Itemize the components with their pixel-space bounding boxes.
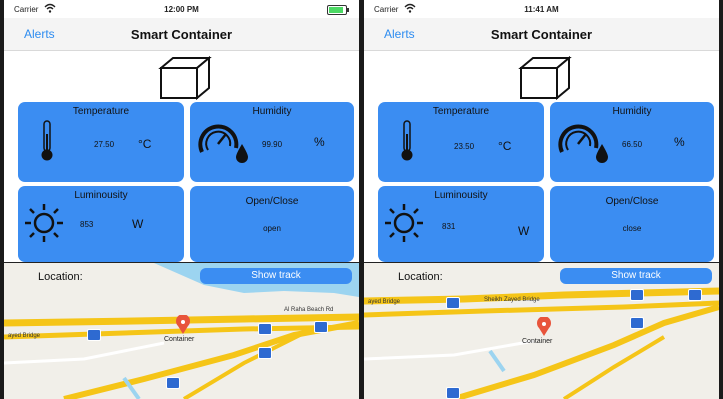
navigation-bar: Alerts Smart Container — [364, 18, 719, 51]
cargo-marker-icon[interactable] — [87, 329, 101, 341]
map-pin-icon[interactable] — [175, 315, 191, 335]
status-time: 12:00 PM — [164, 5, 199, 14]
page-title: Smart Container — [130, 27, 233, 42]
page-title: Smart Container — [490, 27, 593, 42]
luminosity-tile[interactable]: Luminousity 831 W — [378, 186, 544, 262]
location-label: Location: — [398, 271, 443, 283]
box-icon — [158, 56, 212, 100]
humidity-unit: % — [314, 135, 325, 149]
show-track-button[interactable]: Show track — [560, 268, 712, 284]
battery-level — [329, 7, 344, 13]
cargo-marker-icon[interactable] — [630, 289, 644, 301]
luminosity-unit: W — [132, 217, 144, 231]
cargo-marker-icon[interactable] — [446, 387, 460, 399]
luminosity-title: Luminousity — [434, 190, 488, 201]
sensor-grid: Temperature 23.50 °C Humidity 66.50 % Lu… — [378, 102, 714, 262]
status-bar: Carrier 11:41 AM — [364, 0, 719, 18]
temperature-unit: °C — [498, 139, 512, 153]
container-pin-label: Container — [522, 338, 553, 345]
humidity-title: Humidity — [252, 106, 292, 117]
humidity-value: 99.90 — [262, 140, 283, 149]
cargo-marker-icon[interactable] — [258, 323, 272, 335]
location-label: Location: — [38, 271, 83, 283]
cargo-marker-icon[interactable] — [446, 297, 460, 309]
map-pin-icon[interactable] — [536, 317, 552, 337]
sun-icon — [385, 204, 423, 242]
door-state-value: close — [622, 224, 642, 233]
door-state-title: Open/Close — [605, 196, 659, 207]
door-state-tile[interactable]: Open/Close close — [550, 186, 714, 262]
status-time: 11:41 AM — [524, 5, 559, 14]
map-view[interactable]: Location: Show track Sheikh Zayed Bridge… — [364, 263, 719, 399]
door-state-title: Open/Close — [245, 196, 299, 207]
luminosity-value: 831 — [442, 222, 456, 231]
temperature-value: 27.50 — [94, 140, 115, 149]
luminosity-value: 853 — [80, 220, 94, 229]
door-state-tile[interactable]: Open/Close open — [190, 186, 354, 262]
cargo-marker-icon[interactable] — [688, 289, 702, 301]
cargo-marker-icon[interactable] — [166, 377, 180, 389]
luminosity-unit: W — [518, 224, 530, 238]
humidity-unit: % — [674, 135, 685, 149]
phone-screen-left: Carrier 12:00 PM Alerts Smart Container … — [4, 0, 359, 399]
road-label: ayed Bridge — [8, 333, 41, 339]
temperature-unit: °C — [138, 137, 152, 151]
gauge-drop-icon — [198, 124, 248, 163]
temperature-tile[interactable]: Temperature 23.50 °C — [378, 102, 544, 182]
container-pin-label: Container — [164, 336, 195, 343]
cargo-marker-icon[interactable] — [258, 347, 272, 359]
humidity-tile[interactable]: Humidity 99.90 % — [190, 102, 354, 182]
humidity-tile[interactable]: Humidity 66.50 % — [550, 102, 714, 182]
humidity-title: Humidity — [612, 106, 652, 117]
humidity-value: 66.50 — [622, 140, 643, 149]
box-icon — [518, 56, 572, 100]
status-bar: Carrier 12:00 PM — [4, 0, 359, 18]
luminosity-tile[interactable]: Luminousity 853 W — [18, 186, 184, 262]
temperature-title: Temperature — [432, 106, 490, 117]
sun-icon — [25, 204, 63, 242]
temperature-title: Temperature — [72, 106, 130, 117]
temperature-value: 23.50 — [454, 142, 475, 151]
road-label: ayed Bridge — [368, 299, 401, 305]
road-label: Sheikh Zayed Bridge — [484, 297, 540, 303]
navigation-bar: Alerts Smart Container — [4, 18, 359, 51]
map-view[interactable]: Location: Show track Al Raha Beach Rd ay… — [4, 263, 359, 399]
battery-icon — [327, 5, 349, 15]
door-state-value: open — [263, 224, 281, 233]
cargo-marker-icon[interactable] — [630, 317, 644, 329]
sensor-grid: Temperature 27.50 °C Humidity 99.90 % Lu… — [18, 102, 354, 262]
cargo-marker-icon[interactable] — [314, 321, 328, 333]
show-track-button[interactable]: Show track — [200, 268, 352, 284]
temperature-tile[interactable]: Temperature 27.50 °C — [18, 102, 184, 182]
thermometer-icon — [41, 120, 53, 161]
gauge-drop-icon — [558, 124, 608, 163]
thermometer-icon — [401, 120, 413, 161]
luminosity-title: Luminousity — [74, 190, 128, 201]
road-label: Al Raha Beach Rd — [284, 307, 334, 313]
phone-screen-right: Carrier 11:41 AM Alerts Smart Container … — [364, 0, 719, 399]
